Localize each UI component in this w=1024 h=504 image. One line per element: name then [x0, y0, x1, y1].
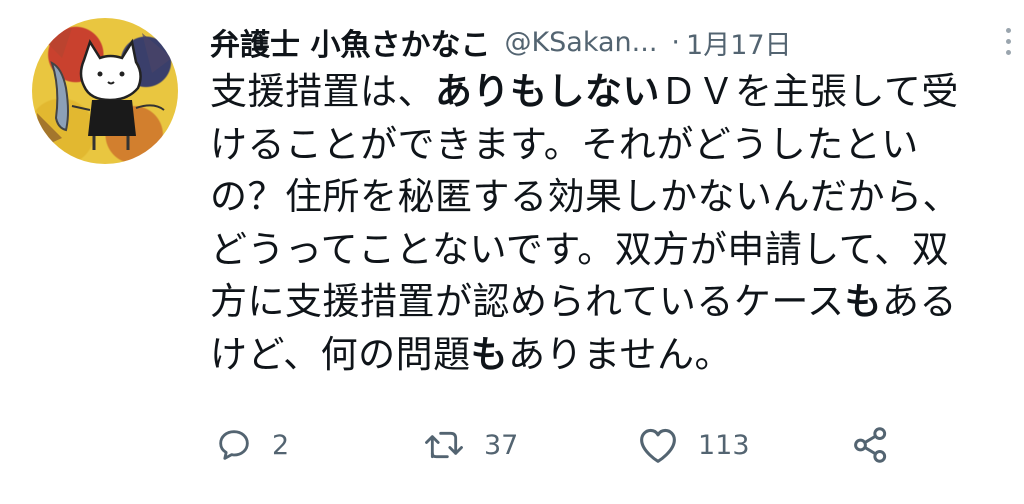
reply-count: 2: [272, 429, 290, 461]
tweet-text-bold-segment: ありもしない: [435, 70, 660, 113]
tweet-text-bold-segment: も: [470, 332, 509, 376]
tweet-text-segment: ＤＶを主張して受: [660, 70, 959, 113]
author-name[interactable]: 弁護士 小魚さかなこ: [210, 20, 490, 64]
tweet-text-line: けることができます。それがどうしたとい: [210, 119, 1010, 172]
retweet-count: 37: [484, 429, 519, 461]
tweet-actions: 2 37 113: [210, 420, 1010, 470]
tweet-text-segment: ありません。: [508, 332, 733, 376]
share-button[interactable]: [850, 420, 892, 470]
tweet-text-segment: けることができます。それがどうしたとい: [210, 122, 919, 166]
like-icon: [640, 428, 676, 463]
tweet-text-line: 支援措置は、ありもしないＤＶを主張して受: [210, 66, 1010, 119]
retweet-button[interactable]: 37: [422, 420, 518, 470]
separator-dot: ·: [671, 26, 681, 58]
like-button[interactable]: 113: [636, 420, 750, 470]
avatar-image: [37, 28, 172, 150]
tweet-text-segment: どうってことないです。双方が申請して、双: [210, 227, 950, 271]
tweet-text-segment: けど、何の問題: [210, 332, 471, 376]
author-handle[interactable]: @KSakan...: [504, 27, 657, 58]
tweet-text-segment: ある: [882, 280, 958, 323]
tweet-text-line: の？住所を秘匿する効果しかないんだから、: [210, 171, 1010, 224]
tweet-text-line: けど、何の問題もありません。: [210, 329, 1010, 382]
tweet-text-segment: 方に支援措置が認められているケース: [210, 280, 845, 323]
tweet-text-bold-segment: も: [844, 280, 883, 323]
retweet-icon: [425, 431, 463, 459]
tweet-text-line: 方に支援措置が認められているケースもある: [210, 276, 1010, 329]
tweet-header: 弁護士 小魚さかなこ @KSakan... · 1月17日: [210, 20, 1012, 64]
avatar[interactable]: [32, 18, 178, 164]
reply-button[interactable]: 2: [214, 420, 289, 470]
tweet-text: 支援措置は、ありもしないＤＶを主張して受 けることができます。それがどうしたといの…: [210, 66, 1010, 381]
tweet-text-line: どうってことないです。双方が申請して、双: [210, 224, 1010, 277]
tweet-date[interactable]: 1月17日: [686, 23, 792, 62]
more-icon[interactable]: [1004, 28, 1012, 58]
reply-icon: [219, 430, 249, 460]
share-icon: [854, 427, 887, 463]
tweet-text-segment: 支援措置は、: [210, 70, 435, 113]
tweet-text-segment: の？住所を秘匿する効果しかないんだから、: [210, 175, 960, 218]
like-count: 113: [698, 429, 750, 461]
